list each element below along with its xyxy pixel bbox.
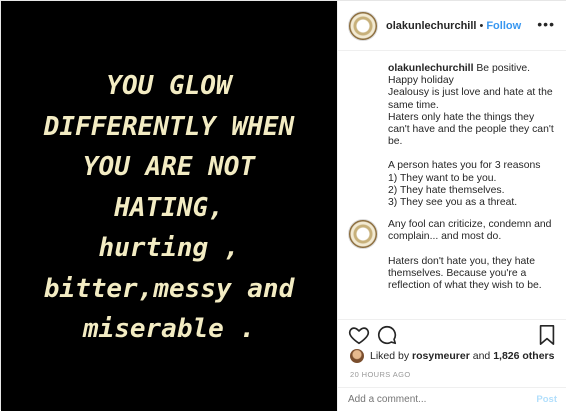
caption-body: olakunlechurchill Be positive. Happy hol…	[388, 63, 557, 209]
avatar[interactable]	[348, 10, 378, 41]
caption-row: olakunlechurchill Be positive. Happy hol…	[348, 63, 557, 209]
comment-icon[interactable]	[376, 324, 398, 346]
comment-line: Any fool can criticize, condemn and comp…	[388, 219, 552, 243]
heart-icon[interactable]	[348, 324, 370, 346]
caption-line: Jealousy is just love and hate at the sa…	[388, 87, 553, 111]
quote-line: YOU ARE NOT	[82, 152, 256, 183]
quote-line: miserable .	[82, 314, 256, 345]
header-username[interactable]: olakunlechurchill	[386, 20, 476, 32]
quote-text: YOU GLOW DIFFERENTLY WHEN YOU ARE NOT HA…	[9, 66, 329, 350]
caption-line: 1) They want to be you.	[388, 172, 497, 184]
avatar[interactable]	[348, 219, 378, 250]
follow-button[interactable]: Follow	[486, 20, 521, 32]
action-icons	[348, 324, 557, 348]
quote-line: bitter,messy and	[43, 273, 295, 304]
quote-line: YOU GLOW	[106, 71, 232, 102]
liker-avatar[interactable]	[350, 349, 364, 363]
post-image[interactable]: YOU GLOW DIFFERENTLY WHEN YOU ARE NOT HA…	[1, 1, 337, 411]
caption-line: 2) They hate themselves.	[388, 184, 505, 196]
comment-line: Haters don't hate you, they hate themsel…	[388, 255, 542, 292]
bookmark-icon[interactable]	[537, 324, 557, 346]
quote-line: HATING,	[114, 192, 224, 223]
caption-username[interactable]: olakunlechurchill	[388, 63, 473, 74]
post-timestamp[interactable]: 20 HOURS AGO	[350, 370, 411, 379]
caption-line: Haters only hate the things they can't h…	[388, 111, 554, 148]
quote-line: DIFFERENTLY WHEN	[43, 111, 295, 142]
comment-row: Any fool can criticize, condemn and comp…	[348, 219, 557, 292]
more-horizontal-icon[interactable]: •••	[537, 17, 555, 31]
post-sidebar: olakunlechurchill • Follow ••• olakunlec…	[337, 1, 566, 411]
comments-list: olakunlechurchill Be positive. Happy hol…	[348, 63, 557, 313]
caption-line: 3) They see you as a threat.	[388, 197, 518, 209]
post-comment-button[interactable]: Post	[536, 394, 557, 405]
comment-body: Any fool can criticize, condemn and comp…	[388, 219, 557, 292]
add-comment-bar: Post	[338, 387, 566, 411]
header-separator: •	[479, 19, 484, 32]
likes-summary: Liked by rosymeurer and 1,826 others	[350, 349, 554, 363]
instagram-post: YOU GLOW DIFFERENTLY WHEN YOU ARE NOT HA…	[0, 0, 566, 411]
liker-username[interactable]: rosymeurer	[412, 350, 470, 362]
post-header: olakunlechurchill • Follow •••	[338, 1, 566, 51]
quote-line: hurting ,	[98, 233, 240, 264]
actions-section: Liked by rosymeurer and 1,826 others 20 …	[338, 319, 566, 411]
caption-line: A person hates you for 3 reasons	[388, 160, 541, 172]
likes-others-link[interactable]: 1,826 others	[493, 350, 554, 362]
comment-input[interactable]	[348, 394, 537, 405]
